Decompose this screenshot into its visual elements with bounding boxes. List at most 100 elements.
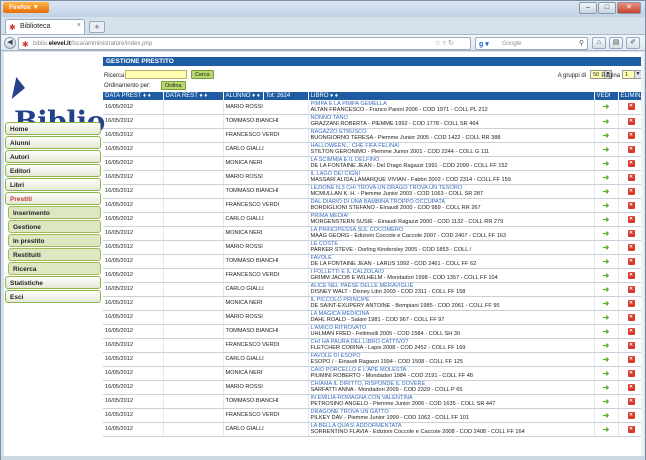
delete-icon[interactable]: ✕ [627,187,635,195]
page-scrollbar[interactable] [641,52,644,456]
view-arrow-icon[interactable]: ➜ [594,156,619,171]
view-arrow-icon[interactable]: ➜ [594,338,619,353]
sidebar-item-alunni[interactable]: Alunni [5,136,101,149]
sidebar-item-statistiche[interactable]: Statistiche [5,276,101,289]
sidebar-item-editori[interactable]: Editori [5,164,101,177]
firefox-menu-button[interactable]: Firefox ▼ [3,2,49,13]
view-arrow-icon[interactable]: ➜ [594,268,619,283]
view-arrow-icon[interactable]: ➜ [594,240,619,255]
page-select[interactable]: 1 ▼ [622,70,642,79]
delete-icon[interactable]: ✕ [627,397,635,405]
delete-icon[interactable]: ✕ [627,257,635,265]
delete-icon[interactable]: ✕ [627,383,635,391]
delete-icon[interactable]: ✕ [627,299,635,307]
sidebar-subitem-restituiti[interactable]: Restituiti [8,248,101,261]
address-bar[interactable]: ✱ biblio.elevel.it/lsca/amministratore/i… [18,37,471,50]
view-arrow-icon[interactable]: ➜ [594,352,619,367]
view-arrow-icon[interactable]: ➜ [594,408,619,423]
col-total: Tot: 2624 [263,92,309,100]
sidebar-item-libri[interactable]: Libri [5,178,101,191]
delete-icon[interactable]: ✕ [627,159,635,167]
view-arrow-icon[interactable]: ➜ [594,310,619,325]
view-arrow-icon[interactable]: ➜ [594,366,619,381]
view-arrow-icon[interactable]: ➜ [594,296,619,311]
student-name: TOMMASO BIANCHI [223,114,309,129]
order-button[interactable]: Ordina [161,81,186,90]
col-data-rest[interactable]: DATA REST ♦ ♦ [163,92,224,100]
view-arrow-icon[interactable]: ➜ [594,226,619,241]
view-arrow-icon[interactable]: ➜ [594,324,619,339]
tab-title: Biblioteca [20,23,51,30]
view-arrow-icon[interactable]: ➜ [594,100,619,115]
delete-icon[interactable]: ✕ [627,285,635,293]
view-arrow-icon[interactable]: ➜ [594,394,619,409]
view-arrow-icon[interactable]: ➜ [594,282,619,297]
delete-icon[interactable]: ✕ [627,145,635,153]
search-input[interactable] [125,70,187,79]
delete-icon[interactable]: ✕ [627,313,635,321]
delete-icon[interactable]: ✕ [627,369,635,377]
book-info: DE SAINT-EXUPERY ANTOINE - Bompiani 1985… [310,303,500,309]
return-date [163,380,224,395]
delete-icon[interactable]: ✕ [627,215,635,223]
view-arrow-icon[interactable]: ➜ [594,422,619,437]
delete-icon[interactable]: ✕ [627,355,635,363]
delete-icon[interactable]: ✕ [627,341,635,349]
delete-icon[interactable]: ✕ [627,425,635,433]
back-arrow-icon[interactable]: ◀ [4,37,16,49]
student-name: TOMMASO BIANCHI [223,184,309,199]
return-date [163,212,224,227]
close-window-button[interactable]: ✕ [617,2,641,14]
view-arrow-icon[interactable]: ➜ [594,170,619,185]
sidebar-subitem-inserimento[interactable]: Inserimento [8,206,101,219]
sidebar-item-home[interactable]: Home [5,122,101,135]
col-libro[interactable]: LIBRO ♦ ♦ [308,92,595,100]
return-date [163,240,224,255]
sidebar-subitem-ricerca[interactable]: Ricerca [8,262,101,275]
minimize-button[interactable]: – [579,2,597,14]
sidebar-subitem-in-prestito[interactable]: In prestito [8,234,101,247]
delete-icon[interactable]: ✕ [627,131,635,139]
extension-icon[interactable]: ✐ [626,37,640,49]
view-arrow-icon[interactable]: ➜ [594,198,619,213]
delete-icon[interactable]: ✕ [627,173,635,181]
bookmark-star-icon[interactable]: ☆ ▿ ↻ [434,39,454,47]
sidebar-subitem-gestione[interactable]: Gestione [8,220,101,233]
view-arrow-icon[interactable]: ➜ [594,142,619,157]
col-alunno[interactable]: ALUNNO ♦ ♦ [223,92,264,100]
tab-biblioteca[interactable]: ✱ Biblioteca × [5,19,85,34]
view-arrow-icon[interactable]: ➜ [594,380,619,395]
delete-icon[interactable]: ✕ [627,327,635,335]
view-arrow-icon[interactable]: ➜ [594,254,619,269]
home-icon[interactable]: ⌂ [592,37,606,49]
delete-icon[interactable]: ✕ [627,117,635,125]
bookmarks-menu-icon[interactable]: ▤ [609,37,623,49]
section-title: GESTIONE PRESTITO [103,57,644,66]
delete-icon[interactable]: ✕ [627,411,635,419]
search-button[interactable]: Cerca [191,70,214,79]
col-data-prest[interactable]: DATA PREST ♦ ♦ [103,92,164,100]
view-arrow-icon[interactable]: ➜ [594,212,619,227]
chevron-down-icon: ▼ [634,71,641,78]
book-info: GRIMM JACOB E WILHELM - Mondadori 1998 -… [310,275,498,281]
delete-icon[interactable]: ✕ [627,103,635,111]
tab-strip: ✱ Biblioteca × + [1,17,645,34]
delete-icon[interactable]: ✕ [627,271,635,279]
new-tab-button[interactable]: + [89,21,105,33]
view-arrow-icon[interactable]: ➜ [594,114,619,129]
view-arrow-icon[interactable]: ➜ [594,184,619,199]
sidebar-item-prestiti[interactable]: Prestiti [5,192,101,205]
student-name: FRANCESCO VERDI [223,338,309,353]
delete-icon[interactable]: ✕ [627,229,635,237]
view-arrow-icon[interactable]: ➜ [594,128,619,143]
delete-icon[interactable]: ✕ [627,201,635,209]
maximize-button[interactable]: □ [598,2,616,14]
sidebar-item-esci[interactable]: Esci [5,290,101,303]
book-cell: NONNO TANO GRAZZANI ROBERTA - PIEMME 1992… [308,114,595,129]
delete-icon[interactable]: ✕ [627,243,635,251]
search-engine-box[interactable]: g ▾ Google ⚲ [475,37,588,50]
tab-close-icon[interactable]: × [77,22,81,29]
sidebar: Biblio Home Alunni Autori Editori Libri … [4,52,105,456]
search-icon[interactable]: ⚲ [579,39,584,47]
sidebar-item-autori[interactable]: Autori [5,150,101,163]
